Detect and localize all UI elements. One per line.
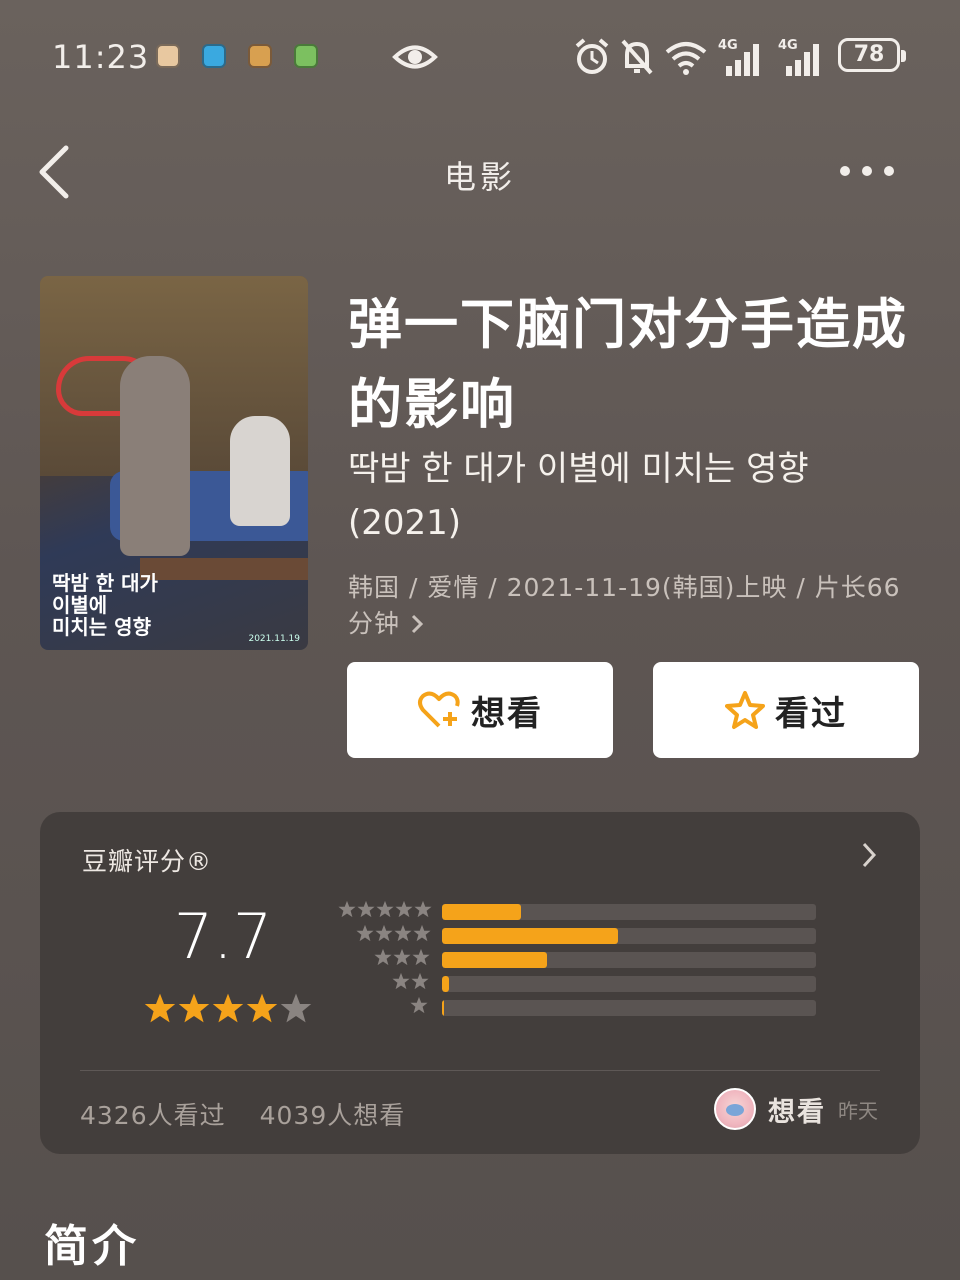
star-level-icons — [338, 900, 432, 918]
rating-distribution-row — [336, 924, 816, 948]
star-small-icon — [411, 972, 429, 990]
movie-poster[interactable]: 딱밤 한 대가 이별에 미치는 영향 2021.11.19 — [40, 276, 308, 650]
rating-bar-track — [442, 976, 816, 992]
star-small-icon — [394, 924, 412, 942]
rating-distribution-row — [336, 948, 816, 972]
divider — [80, 1070, 880, 1071]
page-title: 电影 — [443, 158, 516, 196]
status-bar: 11:23 4G 4G 78 — [0, 30, 960, 86]
app-notification-icon — [294, 44, 318, 68]
movie-title: 弹一下脑门对分手造成的影响 — [348, 292, 908, 436]
watched-button[interactable]: 看过 — [653, 662, 919, 758]
seen-count: 4326人看过 — [80, 1101, 226, 1130]
network-type-label: 4G — [718, 38, 738, 53]
network-type-label: 4G — [778, 38, 798, 53]
star-small-icon — [375, 924, 393, 942]
chevron-right-icon[interactable] — [860, 840, 878, 870]
star-filled-icon — [212, 993, 244, 1023]
movie-original-title: 딱밤 한 대가 이별에 미치는 영향 — [348, 449, 809, 489]
poster-title-text: 딱밤 한 대가 이별에 미치는 영향 — [52, 571, 158, 639]
rating-bar-fill — [442, 904, 521, 920]
star-small-icon — [412, 948, 430, 966]
app-notification-icon — [156, 44, 180, 68]
star-filled-icon — [178, 993, 210, 1023]
watched-label: 看过 — [775, 693, 847, 734]
rating-stats: 4326人看过 4039人想看 — [80, 1096, 405, 1132]
star-small-icon — [410, 996, 428, 1014]
rating-bar-track — [442, 904, 816, 920]
rating-distribution-row — [336, 996, 816, 1020]
eye-icon — [392, 45, 438, 69]
rating-score: 7.7 — [173, 900, 273, 973]
rating-bar-track — [442, 952, 816, 968]
movie-meta-text: 韩国 / 爱情 / 2021-11-19(韩国)上映 / 片长66分钟 — [348, 573, 901, 638]
app-notification-icon — [248, 44, 272, 68]
rating-bar-track — [442, 928, 816, 944]
rating-distribution-row — [336, 900, 816, 924]
rating-card-title: 豆瓣评分® — [82, 847, 213, 876]
chevron-right-icon — [411, 614, 424, 634]
movie-meta[interactable]: 韩国 / 爱情 / 2021-11-19(韩国)上映 / 片长66分钟 — [348, 570, 908, 642]
star-level-icons — [374, 948, 430, 966]
star-small-icon — [393, 948, 411, 966]
want-to-watch-button[interactable]: 想看 — [347, 662, 613, 758]
more-options-icon[interactable] — [840, 156, 910, 186]
star-small-icon — [374, 948, 392, 966]
friend-status: 想看 — [768, 1096, 826, 1128]
wifi-icon — [665, 42, 707, 75]
rating-card[interactable]: 豆瓣评分® 7.7 4326人看过 4039人想看 想看 昨天 — [40, 812, 920, 1154]
status-time: 11:23 — [52, 38, 150, 76]
nav-bar: 电影 — [0, 138, 960, 208]
star-filled-icon — [144, 993, 176, 1023]
intro-section-title: 简介 — [44, 1221, 140, 1272]
star-level-icons — [392, 972, 429, 990]
poster-date: 2021.11.19 — [248, 634, 300, 644]
star-small-icon — [356, 924, 374, 942]
friend-activity[interactable]: 想看 昨天 — [714, 1088, 878, 1130]
star-small-icon — [413, 924, 431, 942]
mute-bell-icon — [621, 39, 653, 75]
star-small-icon — [338, 900, 356, 918]
star-level-icons — [356, 924, 431, 942]
star-small-icon — [376, 900, 394, 918]
star-small-icon — [392, 972, 410, 990]
rating-stars — [144, 992, 312, 1024]
star-small-icon — [414, 900, 432, 918]
rating-bar-track — [442, 1000, 816, 1016]
battery-indicator: 78 — [838, 38, 906, 72]
want-count: 4039人想看 — [259, 1101, 406, 1130]
star-small-icon — [395, 900, 413, 918]
movie-year: (2021) — [348, 503, 462, 543]
app-notification-icon — [202, 44, 226, 68]
star-small-icon — [357, 900, 375, 918]
star-empty-icon — [280, 993, 312, 1023]
star-level-icons — [410, 996, 428, 1014]
avatar[interactable] — [714, 1088, 756, 1130]
star-outline-icon — [725, 691, 765, 729]
rating-distribution-row — [336, 972, 816, 996]
heart-plus-icon — [418, 691, 460, 728]
friend-time: 昨天 — [838, 1098, 878, 1123]
want-to-watch-label: 想看 — [471, 693, 543, 734]
rating-bar-fill — [442, 952, 547, 968]
rating-bar-fill — [442, 1000, 445, 1016]
alarm-icon — [575, 38, 609, 74]
rating-bar-fill — [442, 976, 450, 992]
signal-icon: 4G — [718, 38, 766, 78]
rating-bar-fill — [442, 928, 618, 944]
signal-icon: 4G — [778, 38, 826, 78]
star-filled-icon — [246, 993, 278, 1023]
